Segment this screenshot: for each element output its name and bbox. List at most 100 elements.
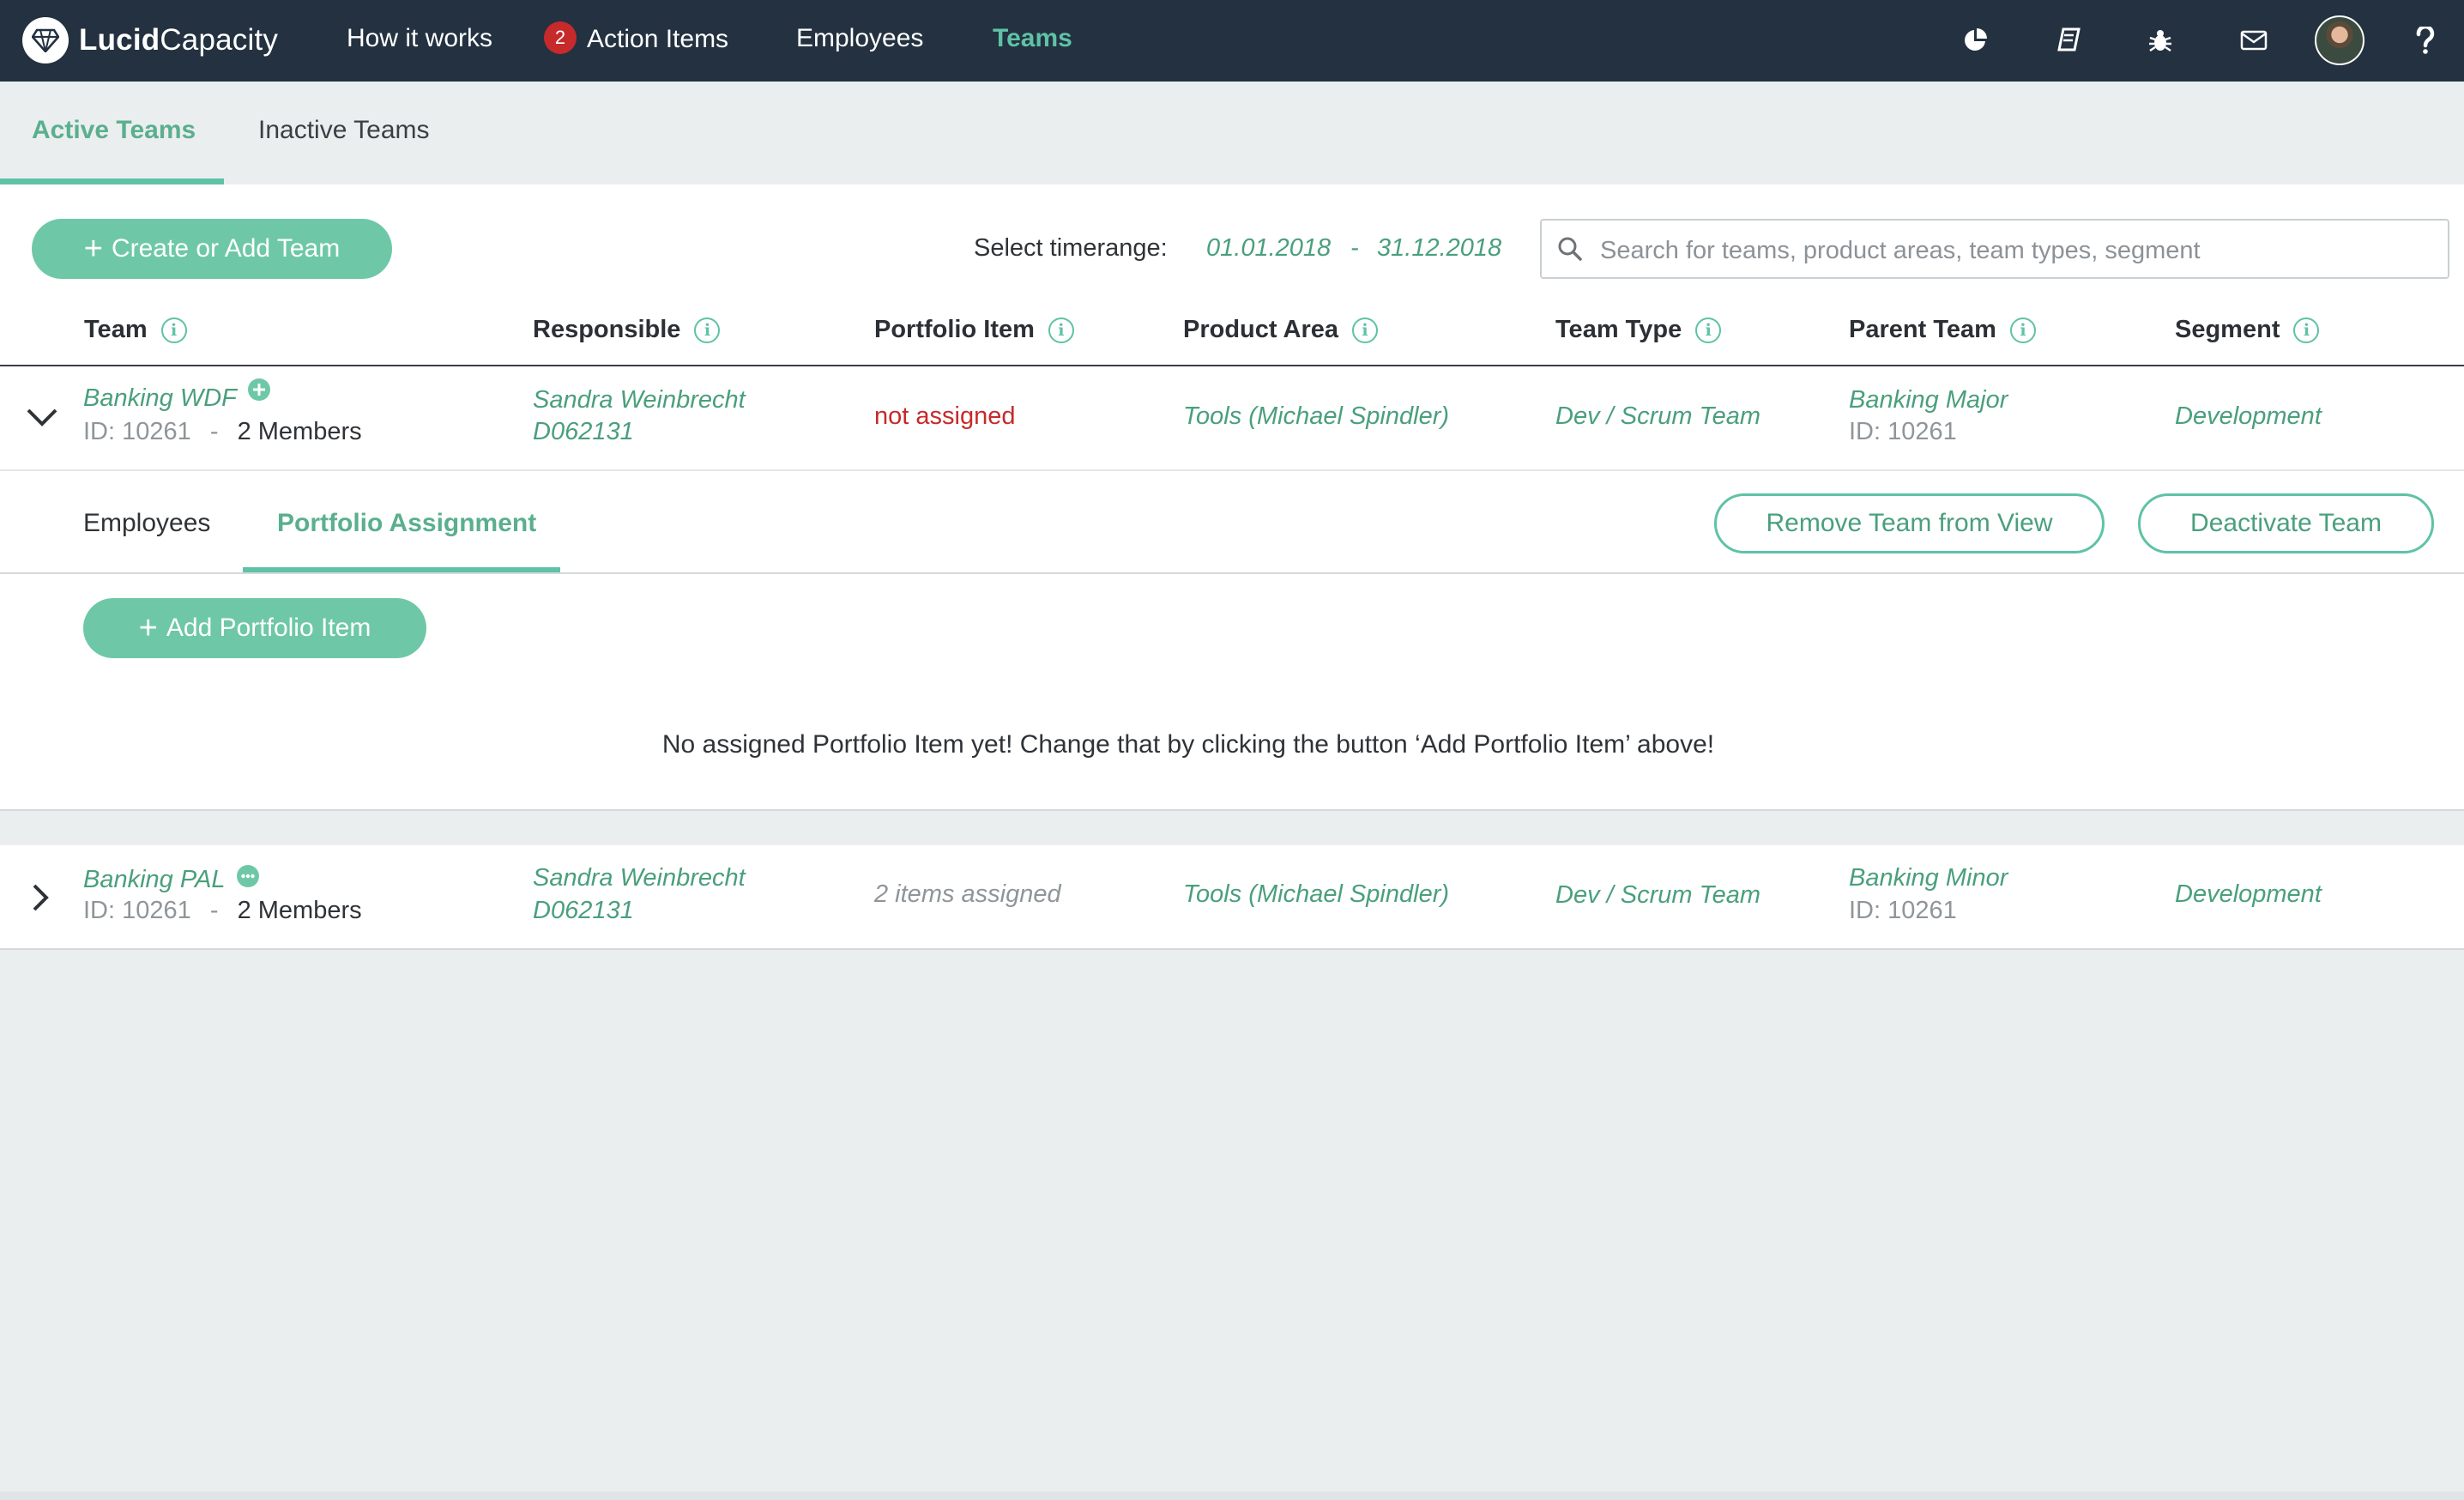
tab-employees[interactable]: Employees [83, 509, 210, 538]
add-circle-icon[interactable] [247, 378, 271, 408]
teams-panel: + Create or Add Team Select timerange: 01… [0, 184, 2464, 811]
col-product-area-label: Product Area [1183, 316, 1339, 343]
col-team[interactable]: Team i [84, 316, 187, 344]
info-icon[interactable]: i [1695, 317, 1722, 343]
portfolio-status: 2 items assigned [874, 880, 1061, 908]
team-name[interactable]: Banking PAL [83, 866, 226, 894]
product-area[interactable]: Tools (Michael Spindler) [1183, 402, 1449, 431]
detail-bottom-divider [0, 809, 2464, 811]
tab-inactive-teams[interactable]: Inactive Teams [258, 116, 430, 145]
logo-light: Capacity [160, 23, 279, 57]
bottom-edge [0, 1491, 2464, 1500]
team-name-cell[interactable]: Banking PAL [83, 864, 260, 895]
pie-chart-icon[interactable] [1959, 24, 1991, 57]
parent-team[interactable]: Banking Minor [1849, 864, 2008, 892]
segment[interactable]: Development [2175, 402, 2322, 431]
team-name-cell[interactable]: Banking WDF [83, 378, 271, 413]
product-area[interactable]: Tools (Michael Spindler) [1183, 880, 1449, 909]
parent-team-id: ID: 10261 [1849, 418, 1957, 445]
team-type[interactable]: Dev / Scrum Team [1555, 402, 1760, 431]
logo-bold: Lucid [79, 23, 160, 57]
table-row[interactable]: Banking PAL ID: 10261 - 2 Members Sandra… [0, 845, 2464, 950]
book-icon[interactable] [2052, 24, 2085, 57]
add-portfolio-label: Add Portfolio Item [166, 614, 371, 642]
col-responsible[interactable]: Responsible i [533, 316, 721, 344]
responsible-id: D062131 [533, 897, 634, 924]
comment-icon[interactable] [236, 864, 260, 895]
team-id: ID: 10261 [83, 418, 191, 445]
responsible-name[interactable]: Sandra Weinbrecht [533, 864, 746, 892]
responsible-id: D062131 [533, 418, 634, 445]
tab-active-teams[interactable]: Active Teams [32, 116, 196, 145]
remove-team-button[interactable]: Remove Team from View [1714, 493, 2105, 553]
action-items-badge: 2 [544, 21, 577, 54]
col-parent-team-label: Parent Team [1849, 316, 1996, 343]
timerange-label: Select timerange: [974, 234, 1168, 262]
info-icon[interactable]: i [1352, 317, 1379, 343]
date-to[interactable]: 31.12.2018 [1377, 234, 1501, 263]
meta-separator: - [209, 418, 219, 445]
top-nav: LucidCapacity How it works 2 Action Items… [0, 0, 2464, 82]
search-placeholder: Search for teams, product areas, team ty… [1600, 237, 2201, 264]
chevron-down-icon[interactable] [26, 406, 58, 432]
col-product-area[interactable]: Product Area i [1183, 316, 1379, 344]
plus-icon: + [138, 610, 158, 646]
subtabs: Active Teams Inactive Teams [0, 82, 2464, 184]
help-icon[interactable] [2409, 24, 2442, 57]
col-segment[interactable]: Segment i [2175, 316, 2320, 344]
nav-employees[interactable]: Employees [796, 24, 923, 53]
nav-action-items[interactable]: 2 Action Items [544, 21, 729, 57]
col-team-type[interactable]: Team Type i [1555, 316, 1722, 344]
team-id: ID: 10261 [83, 897, 191, 924]
active-tab-indicator [0, 178, 224, 184]
bug-icon[interactable] [2144, 24, 2177, 57]
col-portfolio-item[interactable]: Portfolio Item i [874, 316, 1074, 344]
logo-text: LucidCapacity [79, 23, 278, 57]
member-count: 2 Members [237, 418, 362, 445]
date-from[interactable]: 01.01.2018 [1206, 234, 1331, 263]
add-portfolio-item-button[interactable]: + Add Portfolio Item [83, 598, 426, 658]
col-segment-label: Segment [2175, 316, 2280, 343]
create-team-label: Create or Add Team [111, 234, 341, 263]
detail-tabs-divider [0, 572, 2464, 574]
meta-separator: - [209, 897, 219, 924]
col-team-label: Team [84, 316, 148, 343]
col-responsible-label: Responsible [533, 316, 681, 343]
responsible-name[interactable]: Sandra Weinbrecht [533, 386, 746, 414]
deactivate-team-button[interactable]: Deactivate Team [2138, 493, 2434, 553]
col-parent-team[interactable]: Parent Team i [1849, 316, 2036, 344]
logo[interactable]: LucidCapacity [22, 17, 278, 64]
diamond-logo-icon [22, 17, 69, 64]
search-icon [1557, 236, 1583, 266]
nav-action-items-label: Action Items [587, 24, 729, 53]
parent-team-id: ID: 10261 [1849, 897, 1957, 924]
mail-icon[interactable] [2238, 24, 2270, 57]
tab-portfolio-assignment[interactable]: Portfolio Assignment [277, 509, 536, 538]
date-separator: - [1350, 234, 1359, 262]
chevron-right-icon[interactable] [31, 883, 50, 916]
segment[interactable]: Development [2175, 880, 2322, 909]
create-team-button[interactable]: + Create or Add Team [32, 219, 392, 279]
empty-state-message: No assigned Portfolio Item yet! Change t… [661, 730, 1715, 759]
header-divider [0, 365, 2464, 366]
info-icon[interactable]: i [1048, 317, 1074, 343]
team-type[interactable]: Dev / Scrum Team [1555, 881, 1760, 910]
avatar[interactable] [2315, 15, 2364, 65]
member-count: 2 Members [237, 897, 362, 924]
col-team-type-label: Team Type [1555, 316, 1682, 343]
search-input[interactable]: Search for teams, product areas, team ty… [1540, 219, 2449, 279]
portfolio-status: not assigned [874, 402, 1016, 430]
info-icon[interactable]: i [160, 317, 187, 343]
info-icon[interactable]: i [2293, 317, 2320, 343]
team-meta: ID: 10261 - 2 Members [83, 418, 362, 446]
team-name[interactable]: Banking WDF [83, 384, 237, 413]
app-root: LucidCapacity How it works 2 Action Items… [0, 0, 2464, 1500]
nav-teams[interactable]: Teams [993, 24, 1072, 53]
nav-how-it-works[interactable]: How it works [347, 24, 492, 53]
info-icon[interactable]: i [2009, 317, 2036, 343]
plus-icon: + [83, 231, 103, 267]
info-icon[interactable]: i [694, 317, 721, 343]
team-meta: ID: 10261 - 2 Members [83, 897, 362, 925]
col-portfolio-label: Portfolio Item [874, 316, 1035, 343]
parent-team[interactable]: Banking Major [1849, 386, 2008, 414]
